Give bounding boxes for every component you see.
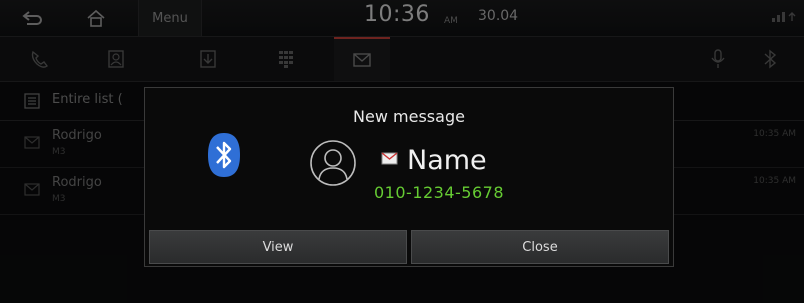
view-button[interactable]: View xyxy=(149,230,407,264)
message-envelope-icon xyxy=(381,151,399,170)
popup-title: New message xyxy=(353,107,465,126)
close-button[interactable]: Close xyxy=(411,230,669,264)
new-message-popup: New message Name 010-1234-5678 View Clos… xyxy=(144,87,674,267)
bluetooth-icon xyxy=(206,132,242,178)
contact-avatar-icon xyxy=(309,139,357,187)
contact-name: Name xyxy=(407,144,487,176)
contact-phone: 010-1234-5678 xyxy=(374,183,505,202)
contact-name-row: Name xyxy=(381,142,487,178)
